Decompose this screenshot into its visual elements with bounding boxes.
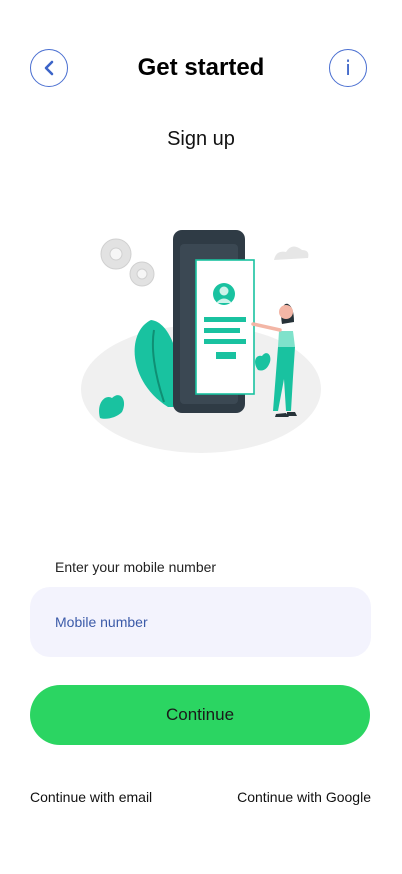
continue-with-google-link[interactable]: Continue with Google — [237, 789, 371, 805]
header: Get started i — [0, 48, 402, 90]
mobile-number-label: Enter your mobile number — [55, 559, 217, 575]
signup-subtitle: Sign up — [167, 128, 235, 150]
continue-button-label: Continue — [165, 705, 235, 724]
info-icon: i — [345, 56, 351, 80]
continue-with-email-link[interactable]: Continue with email — [30, 789, 152, 805]
mobile-number-input[interactable] — [30, 587, 371, 657]
mobile-input-container — [30, 587, 371, 657]
gear-icon — [100, 238, 155, 287]
form-card — [195, 259, 255, 395]
cloud-icon — [274, 246, 309, 260]
info-button[interactable]: i — [329, 49, 367, 87]
continue-button[interactable]: Continue — [30, 685, 370, 745]
phone-signup-illustration — [81, 230, 321, 453]
